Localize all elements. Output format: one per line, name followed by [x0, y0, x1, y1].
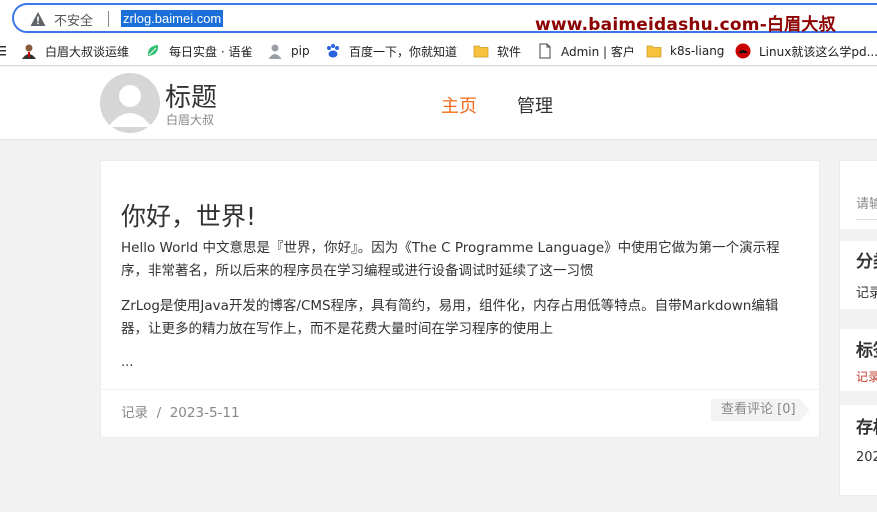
bookmark-k8s[interactable]: k8s-liang: [646, 42, 724, 60]
bookmark-yuque[interactable]: 每日实盘 · 语雀: [145, 42, 252, 60]
post-card: 你好，世界! Hello World 中文意思是『世界，你好』。因为《The C…: [100, 160, 820, 438]
tag-item[interactable]: 记录: [856, 368, 877, 385]
site-subtitle: 白眉大叔: [166, 113, 215, 127]
folder-icon: [646, 45, 662, 58]
person-icon: [22, 44, 36, 59]
post-ellipsis: ...: [121, 355, 134, 370]
folder-icon: [473, 45, 489, 58]
browser-toolbar: 不安全 zrlog.baimei.com www.baimeidashu.com…: [0, 0, 877, 36]
paw-icon: [327, 44, 339, 58]
bookmark-software[interactable]: 软件: [473, 42, 521, 60]
bookmark-baimei[interactable]: 白眉大叔谈运维: [21, 42, 129, 60]
file-icon: [539, 43, 551, 59]
divider: [108, 11, 109, 27]
site-title[interactable]: 标题: [165, 77, 217, 114]
redhat-icon: [735, 43, 751, 59]
site-header: 标题 白眉大叔 主页 管理: [0, 67, 877, 140]
tags-heading: 标签: [856, 341, 877, 361]
post-title[interactable]: 你好，世界!: [121, 197, 256, 233]
leaf-icon: [147, 45, 159, 56]
search-input[interactable]: 请输: [856, 193, 877, 212]
category-item[interactable]: 记录: [856, 282, 877, 301]
search-underline: [856, 219, 877, 220]
warning-icon[interactable]: [30, 11, 46, 27]
url-text[interactable]: zrlog.baimei.com: [121, 10, 224, 27]
watermark-text: www.baimeidashu.com-白眉大叔: [535, 15, 836, 35]
security-label[interactable]: 不安全: [54, 10, 93, 29]
section-gap: [840, 309, 877, 329]
bookmarks-bar: 白眉大叔谈运维 每日实盘 · 语雀 pip 百度一下，你就知道 软件 Admin…: [0, 36, 877, 66]
section-gap: [840, 391, 877, 405]
archive-heading: 存档: [856, 418, 877, 438]
bookmark-baidu[interactable]: 百度一下，你就知道: [325, 42, 457, 60]
nav-admin[interactable]: 管理: [517, 92, 553, 118]
sidebar: 请输 分类 记录 标签 记录 存档 2023: [839, 160, 877, 496]
bookmarks-overflow-icon[interactable]: [0, 42, 6, 60]
comments-link[interactable]: 查看评论 [0]: [711, 399, 810, 421]
post-meta[interactable]: 记录 / 2023-5-11: [121, 401, 240, 421]
nav-home[interactable]: 主页: [441, 92, 477, 118]
user-icon: [268, 44, 282, 59]
archive-item[interactable]: 2023: [856, 450, 877, 465]
post-paragraph: ZrLog是使用Java开发的博客/CMS程序，具有简约，易用，组件化，内存占用…: [121, 298, 779, 337]
categories-heading: 分类: [856, 252, 877, 272]
avatar[interactable]: [100, 73, 160, 133]
default-avatar-icon: [100, 73, 160, 133]
bookmark-pip[interactable]: pip: [267, 42, 310, 60]
bookmark-linux[interactable]: Linux就该这么学pd...: [735, 42, 877, 60]
post-paragraph: Hello World 中文意思是『世界，你好』。因为《The C Progra…: [121, 240, 780, 279]
post-footer: 记录 / 2023-5-11 查看评论 [0]: [101, 389, 819, 437]
bookmark-admin[interactable]: Admin | 客户: [537, 42, 635, 60]
section-gap: [840, 229, 877, 241]
